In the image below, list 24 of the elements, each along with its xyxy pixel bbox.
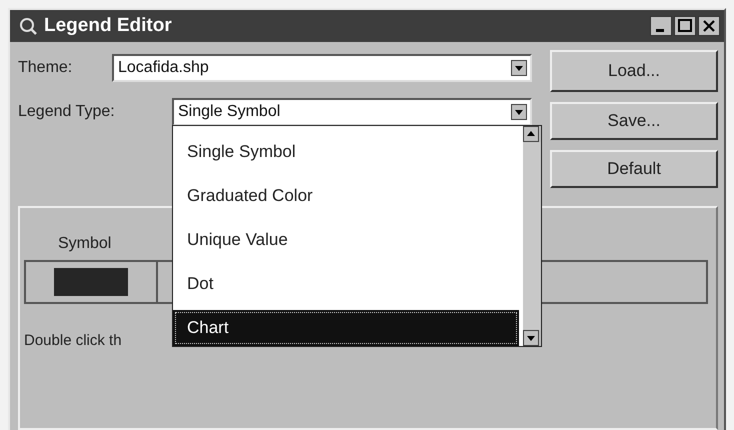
dialog-button[interactable]: Load... bbox=[550, 50, 718, 92]
dropdown-arrow-button[interactable] bbox=[523, 330, 539, 346]
dropdown-option[interactable]: Graduated Color bbox=[173, 174, 523, 218]
scrollbar[interactable] bbox=[523, 126, 541, 346]
scroll-up-button[interactable] bbox=[523, 126, 539, 142]
dropdown-field[interactable]: Locafida.shp bbox=[112, 54, 532, 82]
column-header: Symbol bbox=[58, 235, 112, 253]
close-button[interactable] bbox=[698, 16, 720, 36]
dialog-button[interactable]: Default bbox=[550, 150, 718, 188]
hint-text: Double click th bbox=[24, 332, 122, 349]
maximize-button[interactable] bbox=[674, 16, 696, 36]
dropdown-option[interactable]: Unique Value bbox=[173, 218, 523, 262]
symbol-swatch[interactable] bbox=[54, 268, 128, 296]
dropdown-option[interactable]: Chart bbox=[173, 310, 519, 346]
window-title: Legend Editor bbox=[44, 15, 173, 37]
minimize-button[interactable] bbox=[650, 16, 672, 36]
dropdown-arrow-button[interactable] bbox=[511, 104, 527, 120]
magnifier-icon bbox=[18, 16, 38, 36]
dropdown-option[interactable]: Single Symbol bbox=[173, 130, 523, 174]
dialog-button[interactable]: Save... bbox=[550, 102, 718, 140]
dropdown-option[interactable]: Dot bbox=[173, 262, 523, 306]
field-label: Legend Type: bbox=[18, 103, 116, 121]
field-label: Theme: bbox=[18, 59, 74, 77]
dropdown-arrow-button[interactable] bbox=[511, 60, 527, 76]
